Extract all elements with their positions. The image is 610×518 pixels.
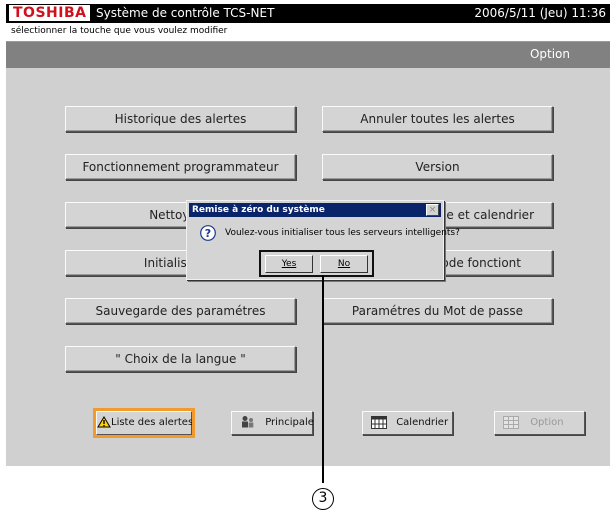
yes-button[interactable]: Yes xyxy=(265,255,313,273)
hint-text: sélectionner la touche que vous voulez m… xyxy=(11,26,228,36)
language-choice-button[interactable]: " Choix de la langue " xyxy=(65,346,296,372)
callout-line xyxy=(322,275,324,483)
app-title: Système de contrôle TCS-NET xyxy=(96,6,275,20)
question-icon: ? xyxy=(200,225,216,241)
history-alerts-button[interactable]: Historique des alertes xyxy=(65,106,296,132)
datetime-display: 2006/5/11 (Jeu) 11:36 xyxy=(474,6,606,20)
version-button[interactable]: Version xyxy=(322,154,553,180)
save-parameters-button[interactable]: Sauvegarde des paramétres xyxy=(65,298,296,324)
programmer-operation-button[interactable]: Fonctionnement programmateur xyxy=(65,154,296,180)
operating-mode-button-label: ode fonctiont xyxy=(441,256,521,270)
dialog-message: Voulez-vous initialiser tous les serveur… xyxy=(225,228,460,238)
reset-system-dialog: Remise à zéro du système × ? Voulez-vous… xyxy=(186,200,460,280)
calendar-label: Calendrier xyxy=(396,417,449,428)
title-bar: TOSHIBA Système de contrôle TCS-NET 2006… xyxy=(6,4,610,23)
no-button-label: No xyxy=(337,259,351,269)
yes-button-label: Yes xyxy=(281,259,297,269)
no-button[interactable]: No xyxy=(320,255,368,273)
alerts-list-label: Liste des alertes xyxy=(111,417,194,428)
option-button[interactable]: Option xyxy=(494,411,585,435)
close-icon[interactable]: × xyxy=(426,204,439,216)
callout-number: 3 xyxy=(312,488,334,510)
clock-calendar-button-label: e et calendrier xyxy=(446,208,534,222)
dialog-button-group: Yes No xyxy=(259,250,374,277)
section-title: Option xyxy=(529,47,570,61)
section-bar: Option xyxy=(6,42,610,68)
main-button[interactable]: Principale xyxy=(231,411,314,435)
people-icon xyxy=(242,416,254,428)
hint-bar: sélectionner la touche que vous voulez m… xyxy=(6,23,610,42)
cancel-all-alerts-button[interactable]: Annuler toutes les alertes xyxy=(322,106,553,132)
dialog-title-bar: Remise à zéro du système × xyxy=(189,203,441,217)
option-grid-icon xyxy=(503,415,519,429)
password-parameters-button[interactable]: Paramétres du Mot de passe xyxy=(322,298,553,324)
svg-text:?: ? xyxy=(205,227,211,240)
toshiba-logo: TOSHIBA xyxy=(9,5,91,21)
warning-icon xyxy=(97,416,111,428)
screen: TOSHIBA Système de contrôle TCS-NET 2006… xyxy=(6,4,610,466)
main-label: Principale xyxy=(265,417,314,428)
dialog-title: Remise à zéro du système xyxy=(192,205,325,215)
option-label: Option xyxy=(530,417,564,428)
alerts-list-button[interactable]: Liste des alertes xyxy=(93,408,195,438)
calendar-button[interactable]: Calendrier xyxy=(362,411,453,435)
calendar-icon xyxy=(371,415,387,429)
